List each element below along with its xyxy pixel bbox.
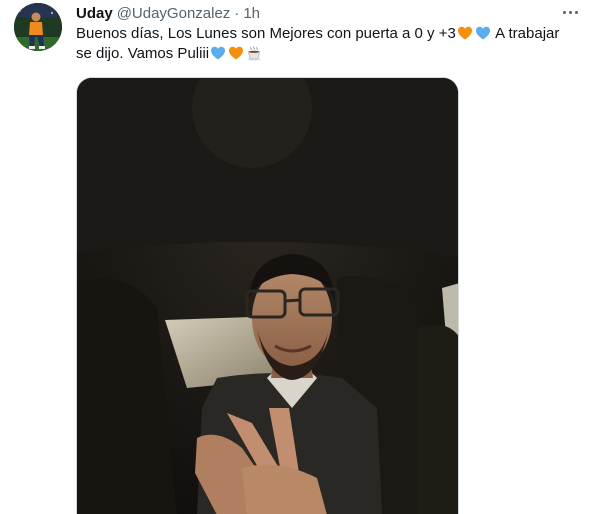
- tweet-text: Buenos días, Los Lunes son Mejores con p…: [76, 24, 576, 64]
- more-icon[interactable]: [560, 4, 580, 20]
- video-thumbnail[interactable]: [76, 77, 459, 514]
- display-name[interactable]: Uday: [76, 5, 113, 22]
- blue-heart-icon: [211, 46, 226, 60]
- orange-heart-icon: [457, 26, 472, 40]
- avatar[interactable]: [14, 3, 62, 51]
- coffee-icon: [247, 46, 261, 61]
- user-handle[interactable]: @UdayGonzalez: [117, 5, 231, 22]
- tweet-text-part1: Buenos días, Los Lunes son Mejores con p…: [76, 25, 456, 42]
- blue-heart-icon: [475, 26, 490, 40]
- tweet-header: Uday @UdayGonzalez · 1h: [76, 3, 260, 23]
- timestamp[interactable]: 1h: [243, 5, 260, 22]
- tweet[interactable]: Uday @UdayGonzalez · 1h Buenos días, Los…: [0, 0, 594, 514]
- orange-heart-icon: [229, 46, 244, 60]
- separator: ·: [234, 4, 240, 22]
